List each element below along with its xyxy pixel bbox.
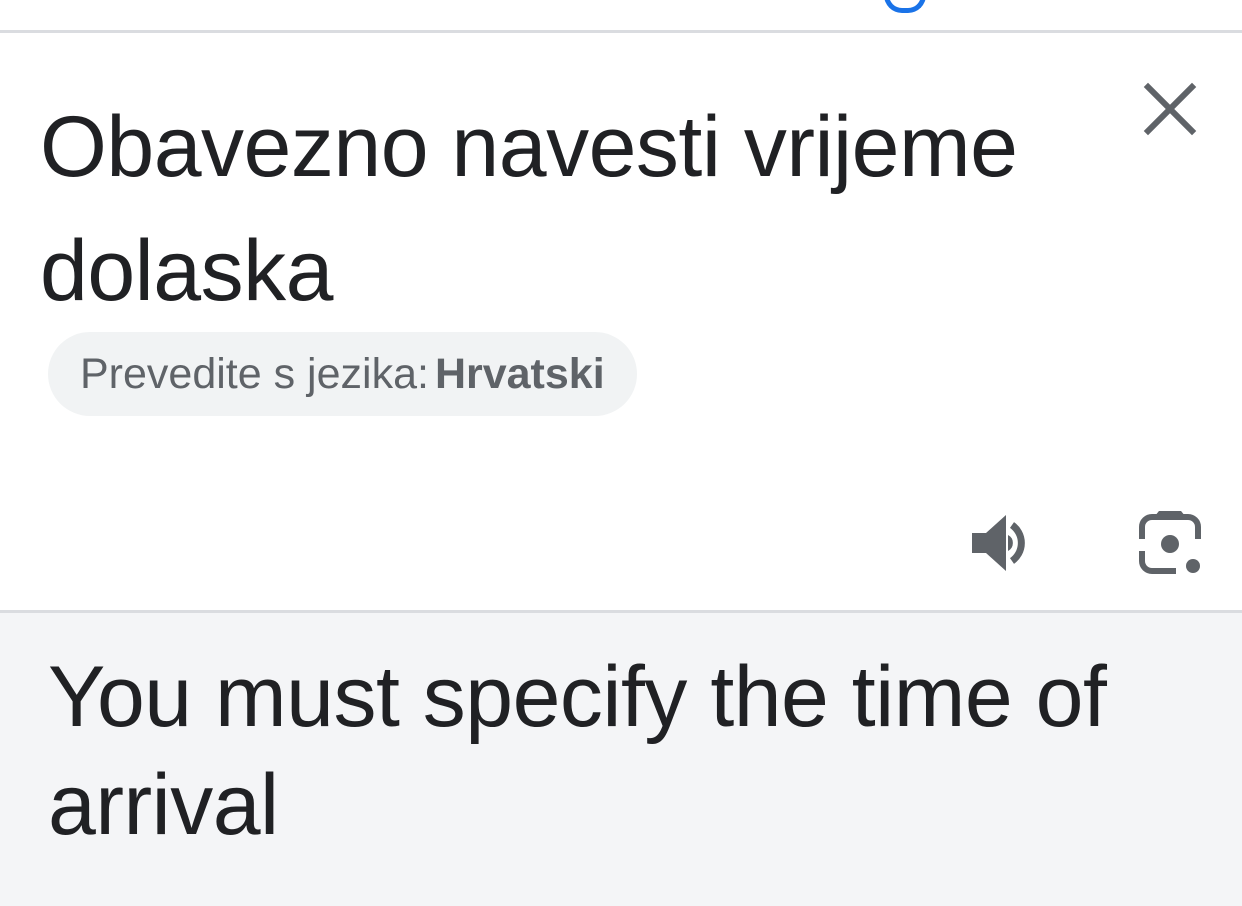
speaker-icon — [972, 515, 1025, 571]
top-strip — [0, 0, 1242, 33]
detected-language-prefix: Prevedite s jezika: — [80, 349, 429, 398]
detected-language-name: Hrvatski — [434, 349, 605, 398]
close-icon — [1143, 82, 1197, 136]
camera-lens-button[interactable] — [1138, 509, 1204, 575]
partial-header-glyph — [884, 0, 926, 13]
translation-panel: You must specify the time of arrival — [0, 613, 1242, 906]
camera-lens-icon — [1139, 509, 1201, 574]
translation-text[interactable]: You must specify the time of arrival — [48, 643, 1168, 859]
clear-button[interactable] — [1140, 79, 1200, 139]
source-text[interactable]: Obavezno navesti vrijeme dolaska — [40, 85, 1080, 333]
source-panel: Obavezno navesti vrijeme dolaska Prevedi… — [0, 33, 1242, 610]
listen-button[interactable] — [968, 511, 1036, 575]
detected-language-chip[interactable]: Prevedite s jezika: Hrvatski — [48, 332, 637, 416]
